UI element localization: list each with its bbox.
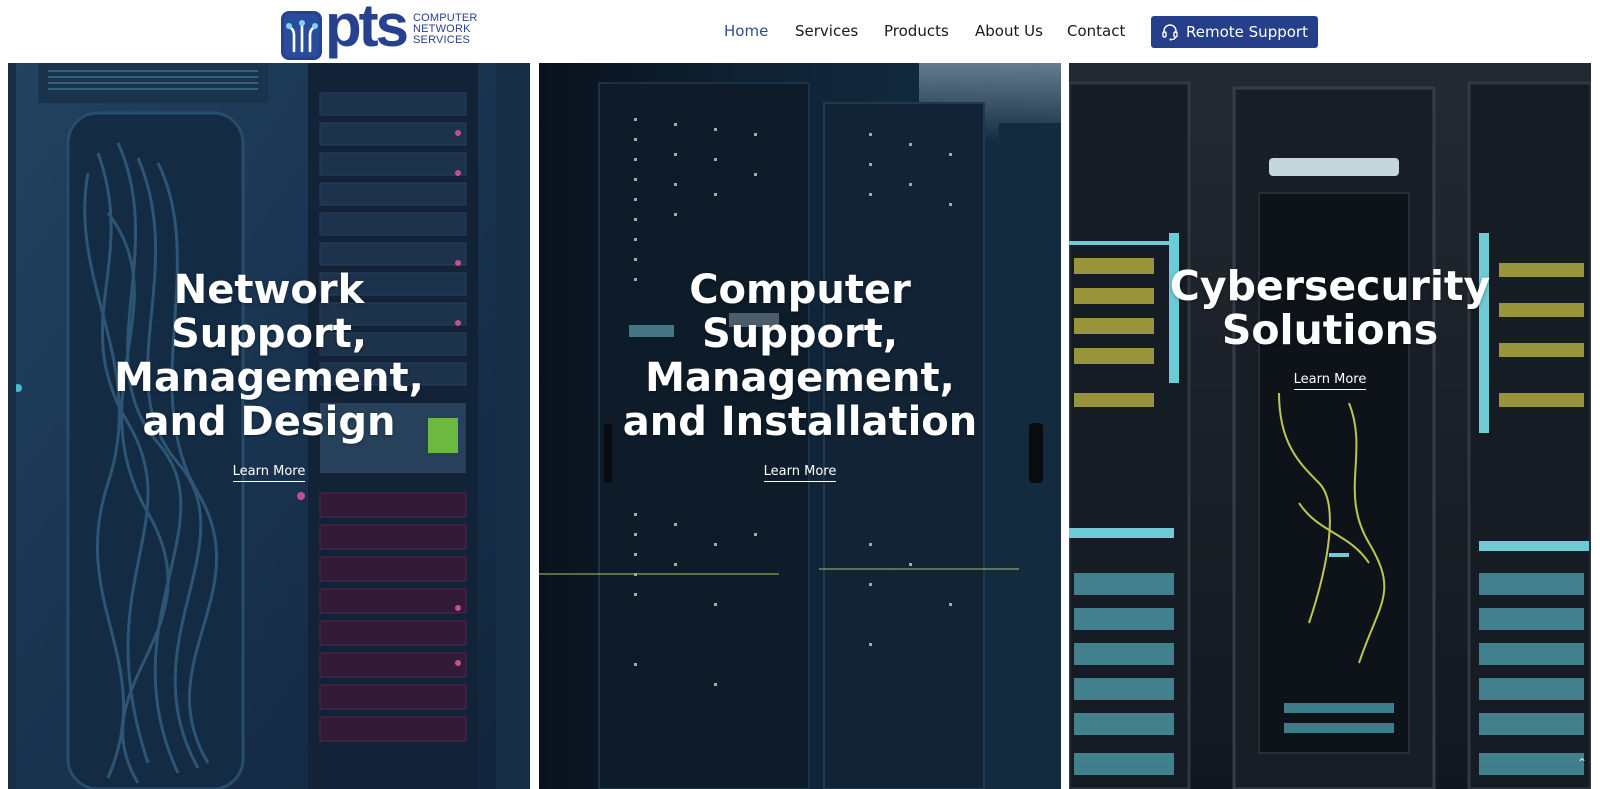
service-panel-network[interactable]: Network Support, Management, and Design … xyxy=(8,63,530,789)
remote-support-label: Remote Support xyxy=(1186,23,1308,41)
chevron-up-icon[interactable]: ⌃ xyxy=(1571,752,1593,774)
nav-home[interactable]: Home xyxy=(724,22,768,40)
nav-contact[interactable]: Contact xyxy=(1067,22,1125,40)
panel-title: Computer Support, Management, and Instal… xyxy=(622,267,978,445)
remote-support-button[interactable]: Remote Support xyxy=(1151,16,1318,48)
server-racks-neon-image xyxy=(1069,63,1591,789)
site-header: pts COMPUTER NETWORK SERVICES Home Servi… xyxy=(0,0,1600,63)
service-panel-computer[interactable]: Computer Support, Management, and Instal… xyxy=(539,63,1061,789)
panel-computer-content: Computer Support, Management, and Instal… xyxy=(539,268,1061,482)
panel-title: Cybersecurity Solutions xyxy=(1169,262,1491,354)
nav-services[interactable]: Services xyxy=(795,22,858,40)
panel-network-content: Network Support, Management, and Design … xyxy=(8,268,530,482)
learn-more-link[interactable]: Learn More xyxy=(232,464,306,482)
panel-cybersecurity-content: Cybersecurity Solutions Learn More xyxy=(1069,264,1591,390)
learn-more-link[interactable]: Learn More xyxy=(763,464,837,482)
headset-icon xyxy=(1162,24,1178,41)
panel-title: Network Support, Management, and Design xyxy=(114,267,424,445)
main-nav: Home Services Products About Us Contact … xyxy=(0,16,1600,48)
nav-about-us[interactable]: About Us xyxy=(975,22,1043,40)
service-panel-cybersecurity[interactable]: Cybersecurity Solutions Learn More xyxy=(1069,63,1591,789)
learn-more-link[interactable]: Learn More xyxy=(1293,372,1367,390)
nav-products[interactable]: Products xyxy=(884,22,949,40)
